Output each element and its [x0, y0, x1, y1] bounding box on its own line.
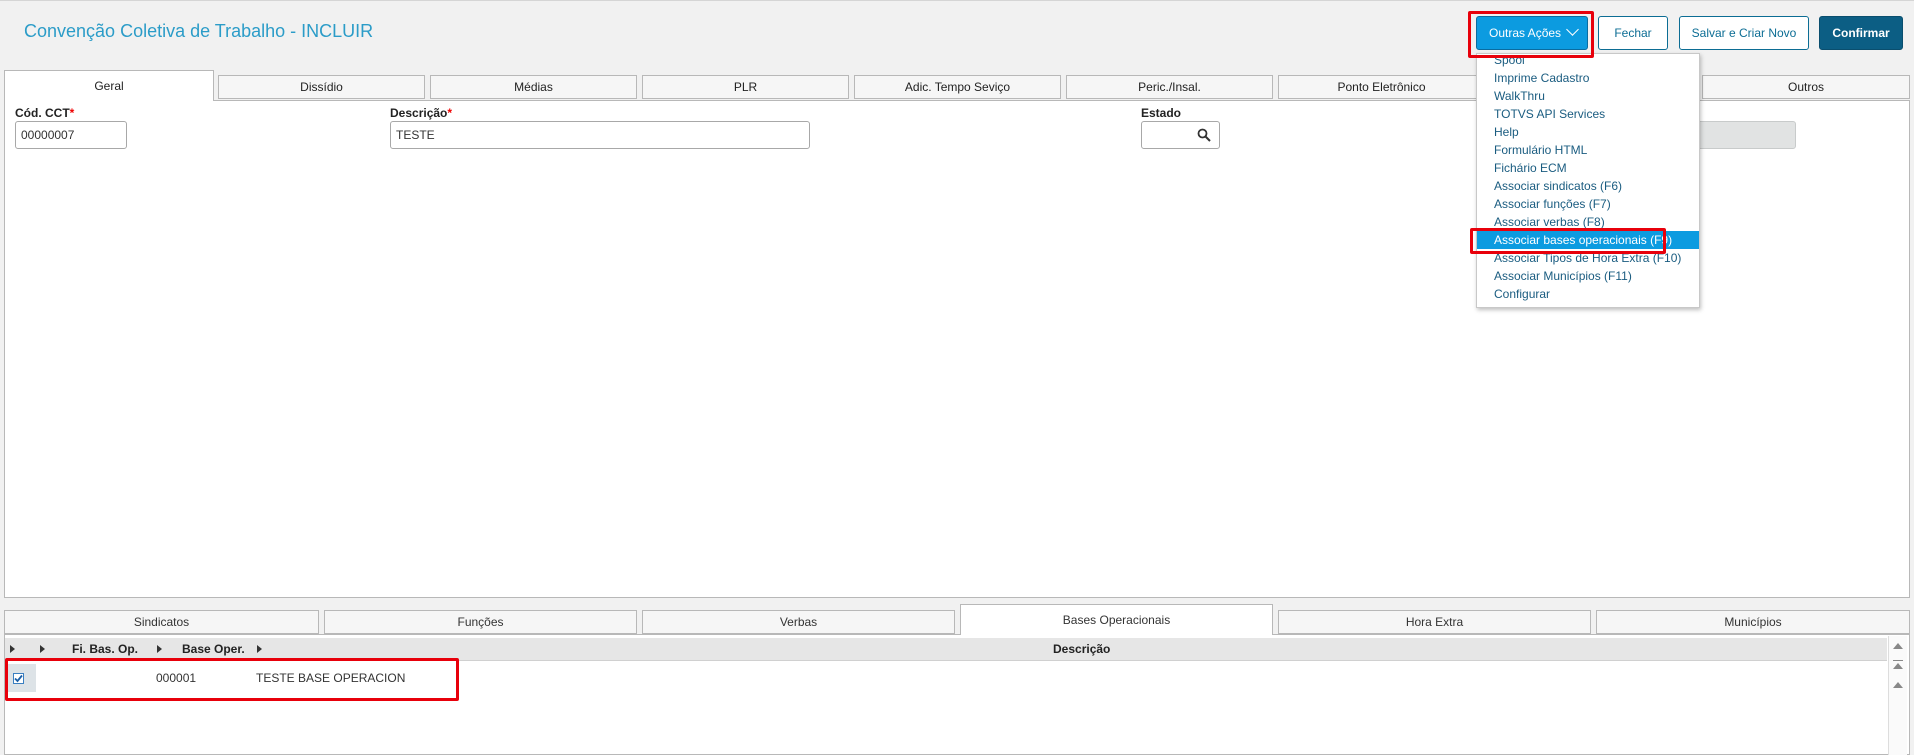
- salvar-criar-novo-button[interactable]: Salvar e Criar Novo: [1679, 16, 1809, 50]
- menu-item-help[interactable]: Help: [1477, 123, 1699, 141]
- menu-item-fichario-ecm[interactable]: Fichário ECM: [1477, 159, 1699, 177]
- tab-municipios[interactable]: Municípios: [1596, 610, 1910, 634]
- column-arrow-icon[interactable]: [157, 645, 162, 653]
- descricao-input[interactable]: TESTE: [390, 121, 810, 149]
- tab-verbas[interactable]: Verbas: [642, 610, 955, 634]
- scroll-page-up-icon[interactable]: [1893, 682, 1903, 688]
- disabled-field: [1685, 121, 1796, 149]
- tab-funcoes[interactable]: Funções: [324, 610, 637, 634]
- menu-item-configurar[interactable]: Configurar: [1477, 285, 1699, 303]
- highlight-outras-acoes: [1468, 11, 1594, 58]
- outras-acoes-menu: Spool Imprime Cadastro WalkThru TOTVS AP…: [1476, 53, 1700, 308]
- tab-geral[interactable]: Geral: [4, 70, 214, 101]
- menu-item-totvs-api-services[interactable]: TOTVS API Services: [1477, 105, 1699, 123]
- tab-ponto-eletronico[interactable]: Ponto Eletrônico: [1278, 75, 1485, 99]
- menu-item-formulario-html[interactable]: Formulário HTML: [1477, 141, 1699, 159]
- estado-input[interactable]: [1141, 121, 1220, 149]
- menu-item-associar-municipios[interactable]: Associar Municípios (F11): [1477, 267, 1699, 285]
- descricao-label: Descrição*: [390, 106, 452, 120]
- page-title: Convenção Coletiva de Trabalho - INCLUIR: [24, 21, 374, 41]
- grid-scrollbar[interactable]: [1888, 636, 1907, 755]
- tab-medias[interactable]: Médias: [430, 75, 637, 99]
- menu-item-walkthru[interactable]: WalkThru: [1477, 87, 1699, 105]
- column-arrow-icon[interactable]: [40, 645, 45, 653]
- highlight-grid-row: [5, 658, 459, 701]
- search-icon[interactable]: [1197, 128, 1211, 142]
- menu-item-imprime-cadastro[interactable]: Imprime Cadastro: [1477, 69, 1699, 87]
- cod-cct-label-text: Cód. CCT: [15, 106, 70, 120]
- tab-hora-extra[interactable]: Hora Extra: [1278, 610, 1591, 634]
- col-header-fi-bas-op[interactable]: Fi. Bas. Op.: [72, 642, 138, 656]
- fechar-button[interactable]: Fechar: [1598, 16, 1668, 50]
- tab-adic-tempo-servico[interactable]: Adic. Tempo Seviço: [854, 75, 1061, 99]
- scroll-top-icon[interactable]: [1893, 663, 1903, 669]
- column-arrow-icon[interactable]: [10, 645, 15, 653]
- menu-item-associar-sindicatos[interactable]: Associar sindicatos (F6): [1477, 177, 1699, 195]
- cod-cct-label: Cód. CCT*: [15, 106, 74, 120]
- required-mark: *: [447, 106, 453, 120]
- tab-sindicatos[interactable]: Sindicatos: [4, 610, 319, 634]
- highlight-associar-bases: [1470, 228, 1666, 254]
- col-header-descricao[interactable]: Descrição: [1053, 642, 1110, 656]
- column-arrow-icon[interactable]: [257, 645, 262, 653]
- scroll-up-icon[interactable]: [1893, 643, 1903, 649]
- scroll-top-bar-icon: [1893, 660, 1903, 661]
- menu-item-associar-funcoes[interactable]: Associar funções (F7): [1477, 195, 1699, 213]
- confirmar-button[interactable]: Confirmar: [1819, 16, 1903, 50]
- tab-outros[interactable]: Outros: [1702, 75, 1910, 99]
- col-header-base-oper[interactable]: Base Oper.: [182, 642, 245, 656]
- tab-peric-insal[interactable]: Peric./Insal.: [1066, 75, 1273, 99]
- estado-label: Estado: [1141, 106, 1182, 120]
- tab-bases-operacionais[interactable]: Bases Operacionais: [960, 604, 1273, 635]
- required-mark: *: [69, 106, 75, 120]
- tab-plr[interactable]: PLR: [642, 75, 849, 99]
- descricao-label-text: Descrição: [390, 106, 448, 120]
- tab-dissidio[interactable]: Dissídio: [218, 75, 425, 99]
- cod-cct-input[interactable]: 00000007: [15, 121, 127, 149]
